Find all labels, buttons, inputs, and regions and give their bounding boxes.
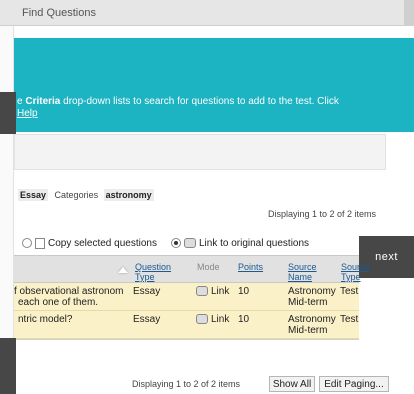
question-text: ntric model? [18, 314, 73, 325]
mode-cell: Link [196, 286, 229, 297]
header-points[interactable]: Points [238, 262, 263, 272]
results-table: Question Type Mode Points Source Name So… [14, 255, 370, 340]
filter-categories-label: Categories [54, 190, 99, 200]
copy-icon [35, 237, 45, 249]
points-cell: 10 [238, 286, 250, 297]
window-title: Find Questions [22, 7, 96, 19]
table-bottom-border [14, 339, 359, 340]
active-filters: Essay Categories astronomy [18, 189, 158, 201]
copy-link-options: Copy selected questions Link to original… [22, 236, 309, 250]
filter-type: Essay [18, 189, 49, 201]
window-control[interactable] [404, 0, 414, 26]
prev-overlay-tab[interactable] [0, 92, 16, 134]
question-type: Essay [133, 286, 161, 297]
table-row[interactable]: f observational astronom each one of the… [14, 283, 359, 311]
prev-overlay-tab-lower[interactable] [0, 338, 16, 394]
source-name: Astronomy Mid-term [288, 314, 336, 336]
header-mode: Mode [197, 262, 220, 272]
source-name: Astronomy Mid-term [288, 286, 336, 308]
sort-asc-icon[interactable] [118, 267, 128, 273]
copy-label: Copy selected questions [48, 237, 157, 249]
header-question-type[interactable]: Question Type [135, 262, 181, 282]
mode-cell: Link [196, 314, 229, 325]
link-label: Link to original questions [198, 237, 310, 249]
copy-radio[interactable] [22, 238, 32, 248]
source-type: Test [340, 286, 359, 297]
filter-categories-value: astronomy [103, 189, 154, 201]
question-type: Essay [133, 314, 161, 325]
link-icon [196, 286, 208, 297]
header-source-type[interactable]: Source Type [341, 262, 371, 282]
instruction-banner: e Criteria drop-down lists to search for… [14, 38, 414, 132]
edit-paging-button[interactable]: Edit Paging... [319, 376, 389, 392]
question-text: f observational astronom each one of the… [14, 286, 124, 308]
table-header: Question Type Mode Points Source Name So… [14, 255, 370, 283]
source-type: Test [340, 314, 359, 325]
display-count-bottom: Displaying 1 to 2 of 2 items [132, 379, 241, 389]
show-all-button[interactable]: Show All [269, 376, 315, 392]
display-count-top: Displaying 1 to 2 of 2 items [268, 209, 377, 219]
help-link[interactable]: Help [17, 108, 38, 119]
criteria-word: Criteria [25, 96, 61, 107]
criteria-area [14, 134, 386, 170]
instruction-text: e Criteria drop-down lists to search for… [17, 96, 339, 107]
header-source-name[interactable]: Source Name [288, 262, 328, 282]
window-titlebar: Find Questions [0, 0, 414, 26]
table-row[interactable]: ntric model? Essay Link 10 Astronomy Mid… [14, 311, 359, 339]
points-cell: 10 [238, 314, 250, 325]
link-icon [183, 238, 196, 248]
link-icon [196, 314, 208, 325]
link-radio[interactable] [170, 238, 181, 248]
